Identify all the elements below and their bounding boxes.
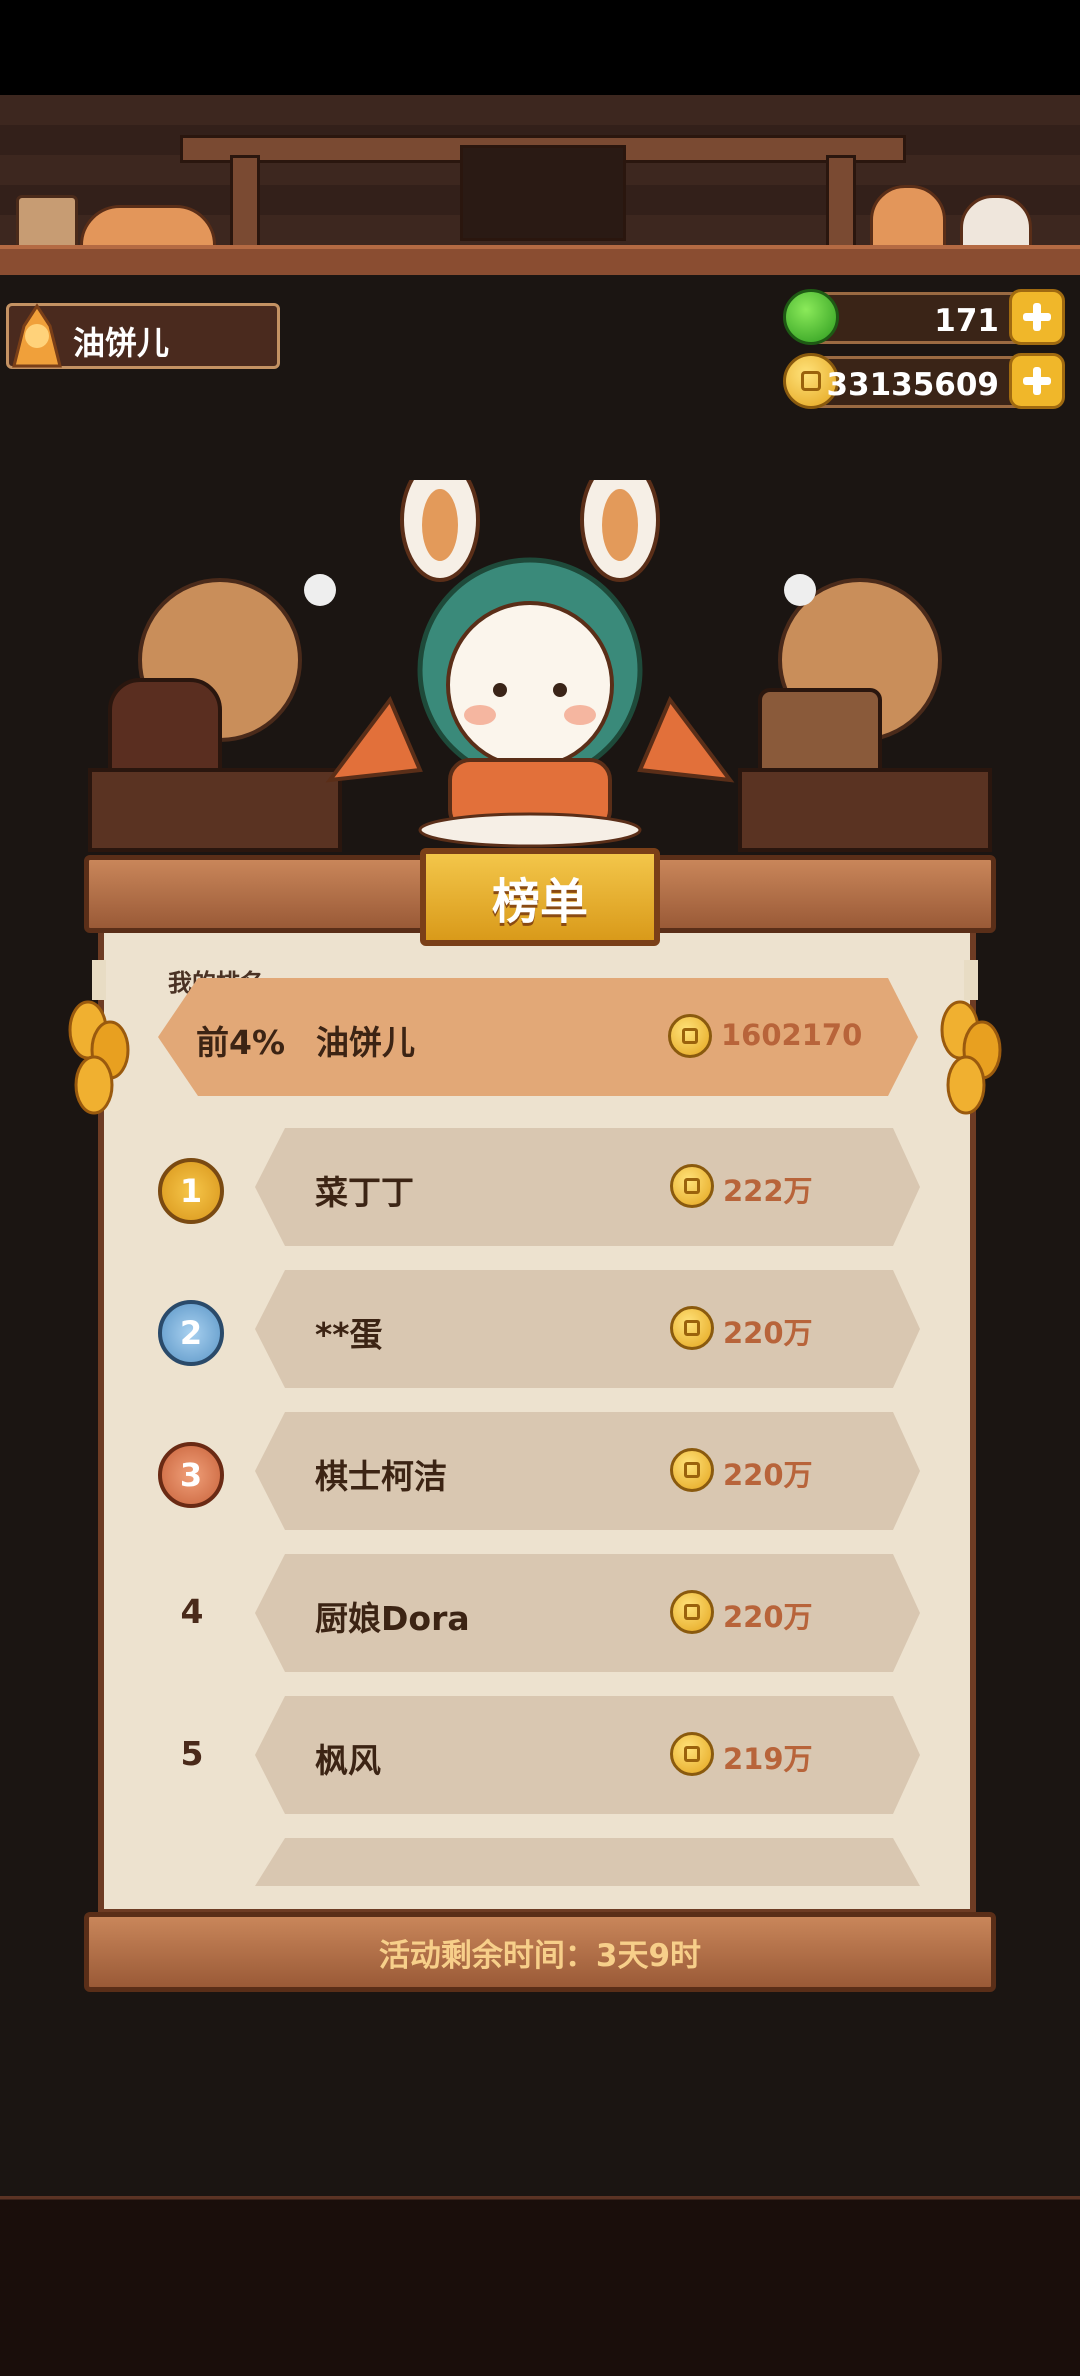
coin-icon <box>670 1732 714 1776</box>
my-rank-score: 1602170 <box>721 1018 863 1052</box>
rank-number: 4 <box>180 1592 204 1631</box>
leaderboard-row[interactable]: 枫风 219万 <box>255 1696 920 1814</box>
leaderboard-title: 榜单 <box>491 874 588 930</box>
entry-score: 220万 <box>723 1458 813 1492</box>
leaderboard-row[interactable]: 厨娘Dora 220万 <box>255 1554 920 1672</box>
leaderboard-row-partial[interactable] <box>255 1838 920 1886</box>
rabbit-mascot-illustration <box>60 458 1020 860</box>
add-gems-button[interactable] <box>1009 289 1065 345</box>
shop-sign <box>460 145 626 241</box>
status-bar-area <box>0 0 1080 95</box>
player-avatar-icon[interactable] <box>4 296 70 376</box>
coin-icon <box>670 1306 714 1350</box>
floor <box>0 2200 1080 2376</box>
coin-icon <box>670 1590 714 1634</box>
bronze-medal-icon: 3 <box>158 1442 224 1508</box>
entry-name: 菜丁丁 <box>315 1173 414 1212</box>
gem-counter: 171 <box>783 289 1065 345</box>
entry-name: 枫风 <box>315 1741 381 1780</box>
entry-score: 220万 <box>723 1600 813 1634</box>
leaderboard-row[interactable]: 菜丁丁 222万 <box>255 1128 920 1246</box>
coin-icon <box>668 1014 712 1058</box>
event-remaining-time: 活动剩余时间：3天9时 <box>378 1937 702 1974</box>
leaderboard-row[interactable]: **蛋 220万 <box>255 1270 920 1388</box>
corn-decoration-icon <box>64 960 134 1130</box>
entry-score: 220万 <box>723 1316 813 1350</box>
my-rank-name: 油饼儿 <box>316 1023 415 1062</box>
my-rank-row: 前4% 油饼儿 1602170 <box>158 978 918 1096</box>
my-rank-percent: 前4% <box>196 1023 286 1062</box>
leaderboard-row[interactable]: 棋士柯洁 220万 <box>255 1412 920 1530</box>
coin-icon <box>670 1448 714 1492</box>
coin-icon <box>670 1164 714 1208</box>
corn-decoration-icon <box>936 960 1006 1130</box>
player-name: 油饼儿 <box>73 324 170 362</box>
entry-name: **蛋 <box>315 1315 383 1354</box>
rank-number: 2 <box>179 1314 203 1352</box>
coin-counter: 33135609 <box>783 353 1065 409</box>
rank-number: 5 <box>180 1734 204 1773</box>
coin-count: 33135609 <box>826 367 999 403</box>
gold-medal-icon: 1 <box>158 1158 224 1224</box>
entry-score: 219万 <box>723 1742 813 1776</box>
rank-number: 1 <box>179 1172 203 1210</box>
rank-number: 3 <box>179 1456 203 1494</box>
entry-name: 厨娘Dora <box>315 1599 470 1638</box>
add-coins-button[interactable] <box>1009 353 1065 409</box>
entry-name: 棋士柯洁 <box>315 1457 447 1496</box>
gem-count: 171 <box>934 303 999 339</box>
gem-icon <box>783 289 839 345</box>
leaderboard-title-plate: 榜单 <box>420 848 660 946</box>
silver-medal-icon: 2 <box>158 1300 224 1366</box>
entry-score: 222万 <box>723 1174 813 1208</box>
event-timer-bar: 活动剩余时间：3天9时 <box>84 1912 996 1992</box>
